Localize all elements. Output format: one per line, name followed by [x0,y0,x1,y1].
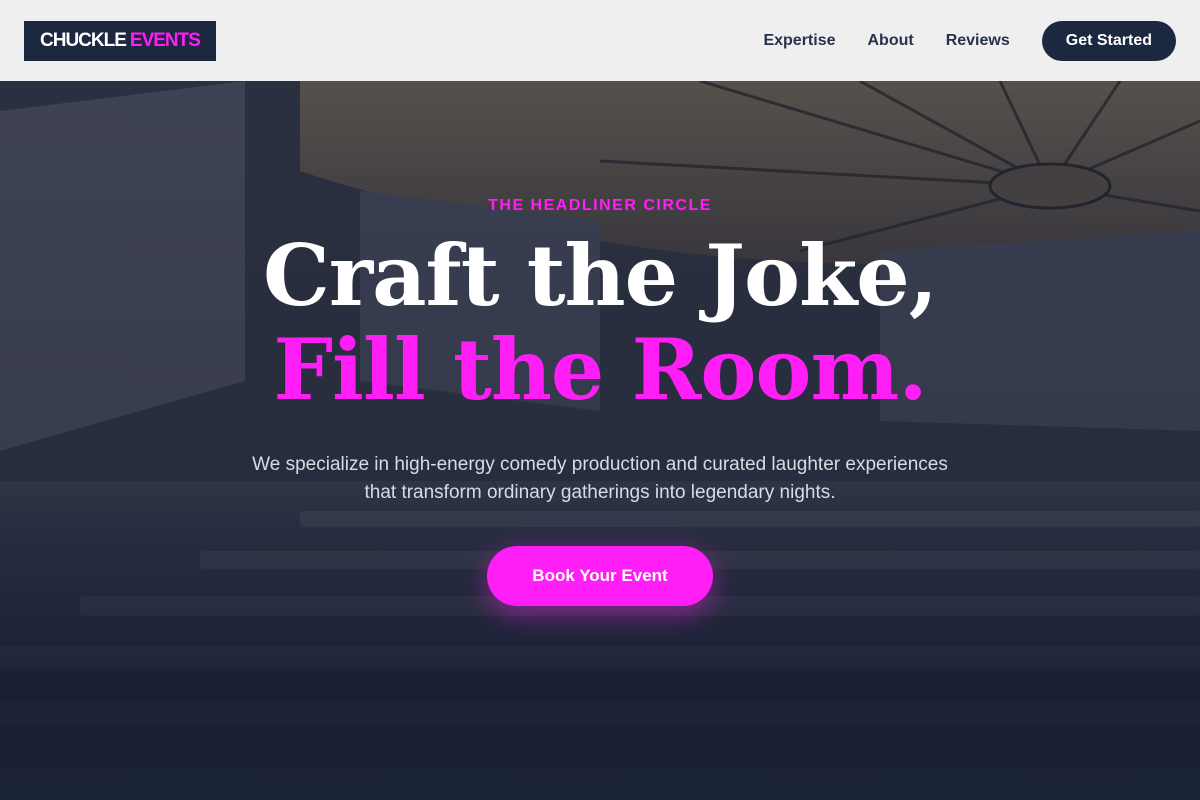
nav-link-reviews[interactable]: Reviews [946,32,1010,50]
book-your-event-button[interactable]: Book Your Event [487,546,713,606]
hero-subtext: We specialize in high-energy comedy prod… [252,454,948,503]
logo-text-events: EVENTS [129,29,201,51]
hero-eyebrow: THE HEADLINER CIRCLE [488,197,712,214]
main-nav: Expertise About Reviews Get Started [763,20,1176,61]
headline-line-1: Craft the Joke, [263,226,938,325]
hero-section: THE HEADLINER CIRCLE Craft the Joke, Fil… [0,81,1200,800]
hero-dark-overlay [0,81,1200,800]
brand-logo[interactable]: CHUCKLE EVENTS [24,20,216,61]
nav-link-expertise[interactable]: Expertise [763,32,835,50]
nav-link-about[interactable]: About [868,32,914,50]
get-started-button[interactable]: Get Started [1041,20,1176,61]
headline-line-2: Fill the Room. [273,320,927,419]
hero-headline: Craft the Joke, Fill the Room. [0,229,1200,417]
logo-text-chuckle: CHUCKLE [40,29,127,51]
site-header: CHUCKLE EVENTS Expertise About Reviews G… [0,0,1200,81]
